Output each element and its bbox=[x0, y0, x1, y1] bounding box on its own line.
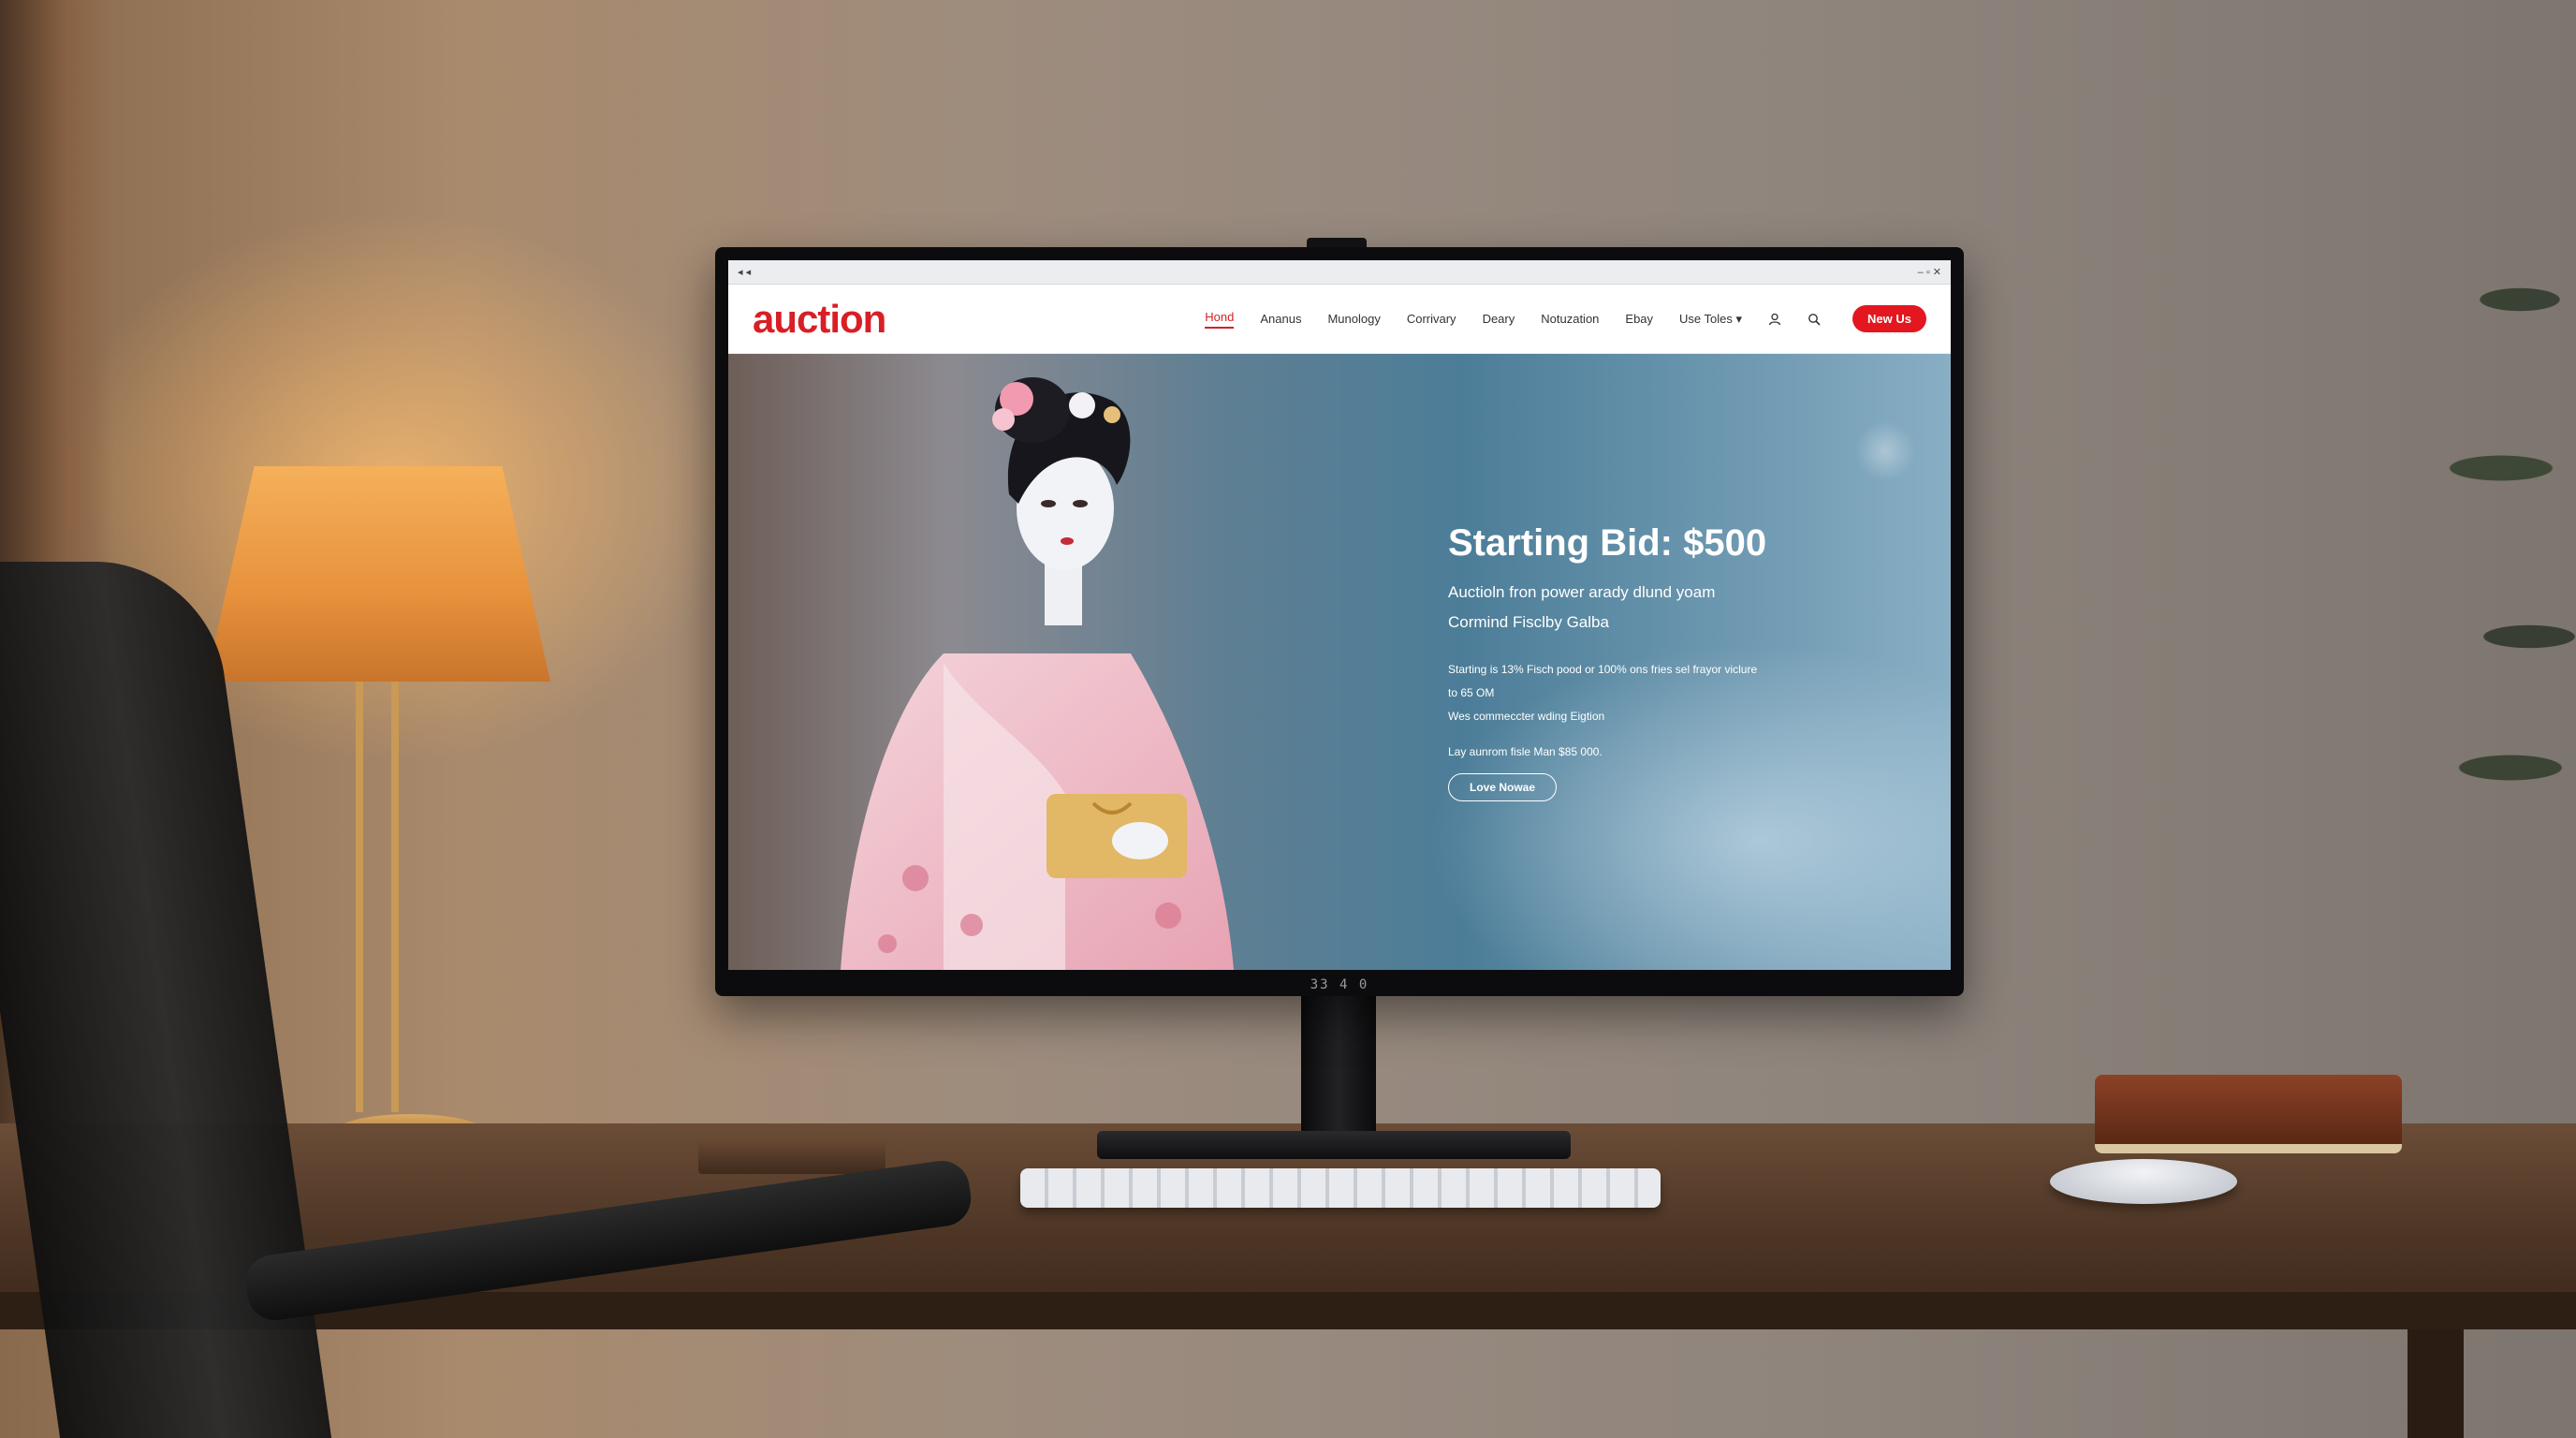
nav-item-deary[interactable]: Deary bbox=[1483, 312, 1515, 326]
monitor: ◂ ◂ ‒ ▫ ✕ auction Hond Ananus Munology C… bbox=[715, 247, 1964, 996]
hero-subtitle-line-1: Auctioln fron power arady dlund yoam bbox=[1448, 583, 1716, 601]
starting-bid-title: Starting Bid: $500 bbox=[1448, 522, 1767, 564]
lamp-shade bbox=[206, 466, 550, 682]
window-controls[interactable]: ‒ ▫ ✕ bbox=[1918, 266, 1941, 278]
hero-banner: Starting Bid: $500 Auctioln fron power a… bbox=[728, 354, 1951, 970]
hero-detail: Starting is 13% Fisch pood or 100% ons f… bbox=[1448, 658, 1916, 728]
hero-detail-line-1: Starting is 13% Fisch pood or 100% ons f… bbox=[1448, 663, 1758, 676]
hero-subtitle-line-2: Cormind Fisclby Galba bbox=[1448, 613, 1609, 631]
main-nav: Hond Ananus Munology Corrivary Deary Not… bbox=[1205, 305, 1926, 332]
hero-note: Lay aunrom fisle Man $85 000. bbox=[1448, 745, 1603, 758]
back-forward-icon[interactable]: ◂ ◂ bbox=[738, 266, 751, 278]
love-nowae-button[interactable]: Love Nowae bbox=[1448, 773, 1558, 801]
desk-leg bbox=[2408, 1329, 2464, 1438]
user-icon[interactable] bbox=[1768, 313, 1781, 326]
hero-detail-line-3: Wes commeccter wding Eigtion bbox=[1448, 710, 1605, 723]
new-us-button[interactable]: New Us bbox=[1852, 305, 1926, 332]
nav-item-corrivary[interactable]: Corrivary bbox=[1407, 312, 1456, 326]
monitor-stand-base bbox=[1097, 1131, 1571, 1159]
monitor-stand-neck bbox=[1301, 996, 1376, 1146]
nav-item-ebay[interactable]: Ebay bbox=[1625, 312, 1653, 326]
site-logo[interactable]: auction bbox=[753, 297, 886, 342]
nav-item-hond[interactable]: Hond bbox=[1205, 310, 1235, 329]
hero-detail-line-2: to 65 OM bbox=[1448, 686, 1495, 699]
plant bbox=[2408, 243, 2576, 899]
book-large bbox=[2095, 1075, 2402, 1153]
screen: ◂ ◂ ‒ ▫ ✕ auction Hond Ananus Munology C… bbox=[728, 260, 1951, 970]
nav-item-notuzation[interactable]: Notuzation bbox=[1541, 312, 1599, 326]
nav-item-use-toles[interactable]: Use Toles ▾ bbox=[1679, 312, 1742, 327]
search-icon[interactable] bbox=[1808, 313, 1821, 326]
mouse bbox=[2050, 1159, 2237, 1204]
lamp-stand bbox=[356, 682, 399, 1112]
book-small bbox=[698, 1138, 886, 1174]
monitor-brand-label: 33 4 0 bbox=[1310, 977, 1369, 992]
geisha-illustration bbox=[841, 377, 1234, 970]
nav-item-ananus[interactable]: Ananus bbox=[1260, 312, 1301, 326]
site-header: auction Hond Ananus Munology Corrivary D… bbox=[728, 285, 1951, 354]
keyboard bbox=[1020, 1168, 1661, 1208]
nav-item-munology[interactable]: Munology bbox=[1327, 312, 1380, 326]
browser-titlebar: ◂ ◂ ‒ ▫ ✕ bbox=[728, 260, 1951, 285]
hero-content: Starting Bid: $500 Auctioln fron power a… bbox=[1448, 522, 1916, 801]
